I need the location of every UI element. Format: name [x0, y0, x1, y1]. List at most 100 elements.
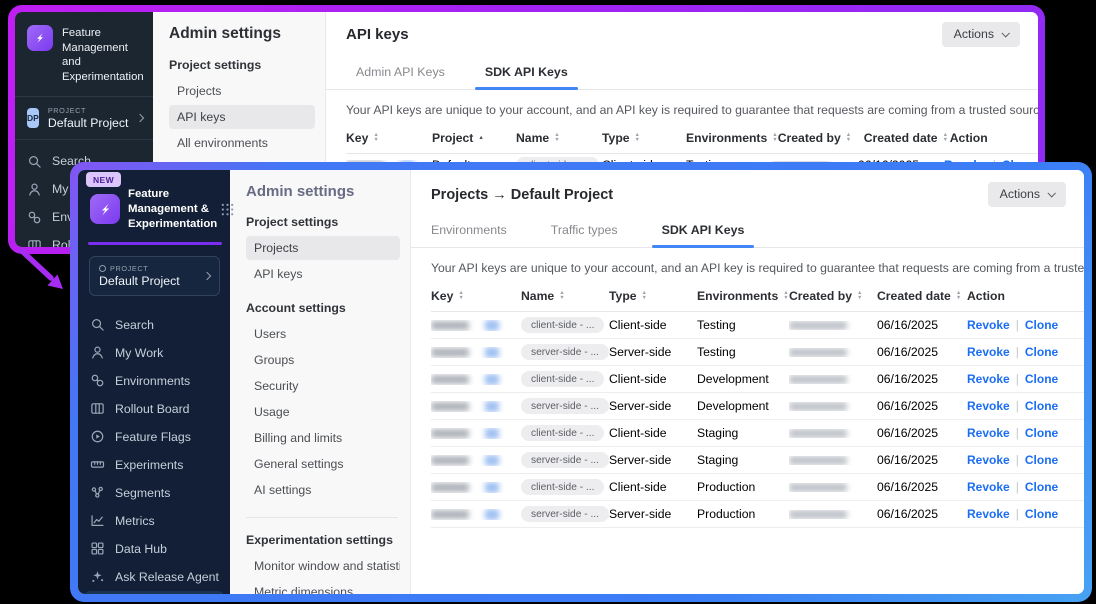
clone-link[interactable]: Clone	[1025, 453, 1058, 467]
cell-created_by	[789, 402, 877, 411]
revoke-link[interactable]: Revoke	[967, 480, 1010, 494]
column-label: Name	[516, 131, 549, 145]
admin-nav-item-users[interactable]: Users	[246, 322, 400, 346]
revoke-link[interactable]: Revoke	[967, 372, 1010, 386]
project-icon	[99, 265, 106, 272]
revoke-link[interactable]: Revoke	[967, 426, 1010, 440]
admin-nav-item-ai-settings[interactable]: AI settings	[246, 478, 400, 502]
tab-sdk-api-keys[interactable]: SDK API Keys	[485, 65, 568, 89]
revoke-link[interactable]: Revoke	[967, 507, 1010, 521]
nav-group-label: Project settings	[169, 58, 315, 72]
admin-nav-item-security[interactable]: Security	[246, 374, 400, 398]
sidebar-item-data-hub[interactable]: Data Hub	[84, 535, 224, 562]
sort-icon[interactable]: ▲▼	[857, 291, 862, 301]
copy-key-button[interactable]	[485, 320, 499, 331]
column-header-created_by[interactable]: Created by▲▼	[789, 289, 877, 303]
admin-nav-item-api-keys[interactable]: API keys	[169, 105, 315, 129]
clone-link[interactable]: Clone	[1025, 372, 1058, 386]
clone-link[interactable]: Clone	[1025, 399, 1058, 413]
sidebar-item-ask-release-agent[interactable]: Ask Release Agent	[84, 563, 224, 590]
column-header-project[interactable]: Project▲	[432, 131, 516, 145]
actions-button[interactable]: Actions	[988, 182, 1066, 207]
copy-key-button[interactable]	[485, 482, 499, 493]
redacted-key	[431, 510, 469, 519]
project-selector[interactable]: DP PROJECT Default Project	[15, 98, 153, 139]
sort-icon[interactable]: ▲▼	[642, 291, 647, 301]
api-key-name-pill: client-side - ...	[521, 425, 604, 441]
column-header-created_date[interactable]: Created date▲▼	[877, 289, 967, 303]
new-ui-screenshot-card: NEW Feature Management & Experimentation…	[70, 162, 1092, 602]
clone-link[interactable]: Clone	[1025, 507, 1058, 521]
admin-nav-item-api-keys[interactable]: API keys	[246, 262, 400, 286]
sidebar-item-search[interactable]: Search	[84, 311, 224, 338]
copy-key-button[interactable]	[485, 401, 499, 412]
revoke-link[interactable]: Revoke	[967, 399, 1010, 413]
revoke-link[interactable]: Revoke	[967, 318, 1010, 332]
sort-icon[interactable]: ▲▼	[635, 133, 640, 143]
admin-nav-item-all-environments[interactable]: All environments	[169, 131, 315, 155]
column-header-name[interactable]: Name▲▼	[521, 289, 609, 303]
waffle-icon[interactable]	[220, 202, 235, 217]
sort-icon[interactable]: ▲▼	[373, 133, 378, 143]
column-header-key[interactable]: Key▲▼	[346, 131, 432, 145]
sort-icon[interactable]: ▲▼	[783, 291, 788, 301]
clone-link[interactable]: Clone	[1025, 345, 1058, 359]
column-header-environment[interactable]: Environments▲▼	[697, 289, 789, 303]
sidebar-item-metrics[interactable]: Metrics	[84, 507, 224, 534]
column-header-environment[interactable]: Environments▲▼	[686, 131, 778, 145]
sidebar-item-rollout-board[interactable]: Rollout Board	[84, 395, 224, 422]
sidebar-item-environments[interactable]: Environments	[84, 367, 224, 394]
sort-icon[interactable]: ▲▼	[943, 133, 948, 143]
tab-sdk-api-keys[interactable]: SDK API Keys	[662, 223, 745, 247]
admin-nav-item-billing-and-limits[interactable]: Billing and limits	[246, 426, 400, 450]
actions-button[interactable]: Actions	[942, 22, 1020, 47]
copy-key-button[interactable]	[485, 509, 499, 520]
admin-nav-item-usage[interactable]: Usage	[246, 400, 400, 424]
sidebar-item-experiments[interactable]: Experiments	[84, 451, 224, 478]
search-icon	[90, 317, 105, 332]
tab-admin-api-keys[interactable]: Admin API Keys	[356, 65, 445, 89]
sort-icon[interactable]: ▲▼	[956, 291, 961, 301]
sidebar-item-fme-settings[interactable]: FME Settings	[84, 591, 224, 594]
copy-key-button[interactable]	[485, 374, 499, 385]
action-separator: |	[1016, 372, 1019, 386]
project-selector[interactable]: PROJECT Default Project	[89, 256, 220, 296]
clone-link[interactable]: Clone	[1025, 426, 1058, 440]
sort-icon[interactable]: ▲▼	[846, 133, 851, 143]
api-key-name-pill: client-side - ...	[521, 371, 604, 387]
column-header-name[interactable]: Name ▲▼	[516, 131, 602, 145]
table-row: server-side - ...Server-sideTesting06/16…	[431, 339, 1084, 366]
sidebar-item-my-work[interactable]: My Work	[84, 339, 224, 366]
revoke-link[interactable]: Revoke	[967, 345, 1010, 359]
copy-key-button[interactable]	[485, 428, 499, 439]
admin-nav-item-metric-dimensions[interactable]: Metric dimensions	[246, 580, 400, 594]
admin-nav-item-projects[interactable]: Projects	[246, 236, 400, 260]
clone-link[interactable]: Clone	[1025, 318, 1058, 332]
cell-created_date: 06/16/2025	[877, 399, 967, 413]
tab-traffic-types[interactable]: Traffic types	[551, 223, 618, 247]
admin-nav-item-groups[interactable]: Groups	[246, 348, 400, 372]
sidebar-item-segments[interactable]: Segments	[84, 479, 224, 506]
cell-action: Revoke|Clone	[967, 426, 1060, 440]
admin-nav-item-projects[interactable]: Projects	[169, 79, 315, 103]
column-header-type[interactable]: Type▲▼	[609, 289, 697, 303]
column-header-created_by[interactable]: Created by▲▼	[778, 131, 864, 145]
admin-nav-item-general-settings[interactable]: General settings	[246, 452, 400, 476]
copy-key-button[interactable]	[485, 347, 499, 358]
sort-icon[interactable]: ▲▼	[559, 291, 564, 301]
admin-nav-item-monitor-window-and-statistics[interactable]: Monitor window and statistics	[246, 554, 400, 578]
cell-environment: Staging	[697, 426, 789, 440]
cell-environment: Production	[697, 507, 789, 521]
tab-environments[interactable]: Environments	[431, 223, 507, 247]
column-header-key[interactable]: Key▲▼	[431, 289, 521, 303]
column-header-type[interactable]: Type▲▼	[602, 131, 686, 145]
copy-key-button[interactable]	[485, 455, 499, 466]
column-header-created_date[interactable]: Created date▲▼	[864, 131, 950, 145]
clone-link[interactable]: Clone	[1025, 480, 1058, 494]
revoke-link[interactable]: Revoke	[967, 453, 1010, 467]
sidebar-item-feature-flags[interactable]: Feature Flags	[84, 423, 224, 450]
sort-icon[interactable]: ▲	[478, 136, 483, 141]
cell-action: Revoke|Clone	[967, 345, 1060, 359]
sort-icon[interactable]: ▲▼	[458, 291, 463, 301]
sort-icon[interactable]: ▲▼	[554, 133, 559, 143]
